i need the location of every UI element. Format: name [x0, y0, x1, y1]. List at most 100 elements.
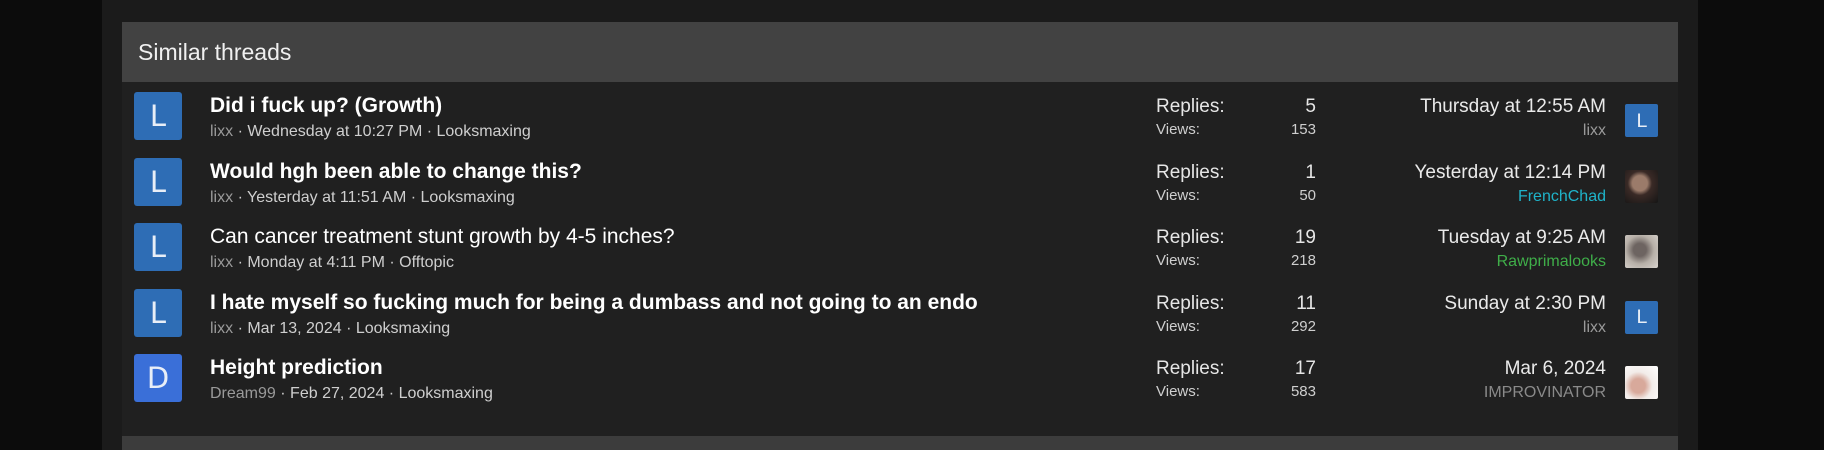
- thread-stats: Replies: 17 Views: 583: [1156, 356, 1316, 402]
- thread-author-link[interactable]: lixx: [210, 123, 233, 140]
- last-poster-avatar[interactable]: L: [1625, 300, 1658, 334]
- latest-poster-link[interactable]: lixx: [1444, 317, 1606, 339]
- replies-stat: Replies: 17: [1156, 356, 1316, 382]
- thread-title-link[interactable]: Can cancer treatment stunt growth by 4-5…: [210, 225, 675, 249]
- latest-post: Yesterday at 12:14 PM FrenchChad: [1414, 160, 1606, 208]
- thread-forum-link[interactable]: Looksmaxing: [421, 189, 515, 206]
- latest-post: Thursday at 12:55 AM lixx: [1420, 94, 1606, 142]
- replies-count: 1: [1305, 161, 1316, 183]
- thread-start-date[interactable]: Monday at 4:11 PM: [247, 254, 385, 271]
- latest-post-date-link[interactable]: Sunday at 2:30 PM: [1444, 291, 1606, 317]
- latest-post-date-link[interactable]: Mar 6, 2024: [1484, 356, 1606, 382]
- thread-author-link[interactable]: lixx: [210, 254, 233, 271]
- views-stat: Views: 50: [1156, 186, 1316, 206]
- meta-separator: ·: [280, 385, 291, 402]
- replies-stat: Replies: 11: [1156, 291, 1316, 317]
- thread-title-link[interactable]: Height prediction: [210, 356, 383, 380]
- views-stat: Views: 292: [1156, 317, 1316, 337]
- thread-forum-link[interactable]: Looksmaxing: [356, 320, 450, 337]
- meta-separator: ·: [346, 319, 356, 337]
- thread-row: L I hate myself so fucking much for bein…: [122, 281, 1678, 347]
- thread-start-date[interactable]: Wednesday at 10:27 PM: [247, 123, 422, 140]
- thread-meta: Dream99 · Feb 27, 2024 · Looksmaxing: [210, 385, 493, 403]
- replies-count: 5: [1305, 96, 1316, 117]
- thread-meta: lixx · Yesterday at 11:51 AM · Looksmaxi…: [210, 189, 515, 207]
- thread-row: L Would hgh been able to change this? li…: [122, 150, 1678, 216]
- author-avatar[interactable]: D: [134, 354, 182, 402]
- meta-separator: ·: [426, 123, 437, 140]
- latest-poster-link[interactable]: IMPROVINATOR: [1484, 382, 1606, 404]
- latest-post-date-link[interactable]: Tuesday at 9:25 AM: [1438, 225, 1606, 251]
- views-label: Views:: [1156, 317, 1200, 335]
- thread-title-link[interactable]: Did i fuck up? (Growth): [210, 94, 442, 118]
- views-stat: Views: 583: [1156, 382, 1316, 402]
- section-title: Similar threads: [138, 38, 292, 65]
- thread-author-link[interactable]: Dream99: [210, 385, 276, 402]
- latest-post: Mar 6, 2024 IMPROVINATOR: [1484, 356, 1606, 404]
- thread-meta: lixx · Wednesday at 10:27 PM · Looksmaxi…: [210, 123, 531, 141]
- views-label: Views:: [1156, 186, 1200, 204]
- replies-label: Replies:: [1156, 292, 1225, 314]
- similar-threads-block: Similar threads L Did i fuck up? (Growth…: [122, 22, 1678, 438]
- thread-start-date[interactable]: Yesterday at 11:51 AM: [247, 189, 406, 206]
- meta-separator: ·: [237, 254, 248, 271]
- replies-stat: Replies: 1: [1156, 160, 1316, 186]
- views-label: Views:: [1156, 121, 1200, 138]
- author-avatar[interactable]: L: [134, 157, 182, 206]
- thread-meta: lixx · Monday at 4:11 PM · Offtopic: [210, 254, 454, 272]
- thread-forum-link[interactable]: Looksmaxing: [437, 123, 531, 140]
- views-count: 292: [1290, 317, 1316, 335]
- latest-post-date-link[interactable]: Thursday at 12:55 AM: [1420, 94, 1606, 120]
- replies-stat: Replies: 19: [1156, 225, 1316, 251]
- thread-meta: lixx · Mar 13, 2024 · Looksmaxing: [210, 320, 450, 338]
- thread-author-link[interactable]: lixx: [210, 320, 233, 337]
- last-poster-avatar[interactable]: [1625, 235, 1658, 268]
- views-count: 153: [1290, 121, 1316, 138]
- latest-post: Sunday at 2:30 PM lixx: [1444, 291, 1606, 339]
- meta-separator: ·: [389, 254, 400, 271]
- views-label: Views:: [1156, 383, 1200, 400]
- thread-title-link[interactable]: I hate myself so fucking much for being …: [210, 291, 978, 315]
- thread-row: L Did i fuck up? (Growth) lixx · Wednesd…: [122, 84, 1678, 150]
- latest-poster-link[interactable]: lixx: [1420, 120, 1606, 142]
- meta-separator: ·: [410, 188, 421, 206]
- thread-stats: Replies: 5 Views: 153: [1156, 94, 1316, 140]
- thread-stats: Replies: 1 Views: 50: [1156, 160, 1316, 206]
- views-stat: Views: 218: [1156, 251, 1316, 271]
- thread-title-link[interactable]: Would hgh been able to change this?: [210, 160, 582, 184]
- thread-stats: Replies: 19 Views: 218: [1156, 225, 1316, 271]
- thread-forum-link[interactable]: Offtopic: [399, 254, 454, 271]
- section-header: Similar threads: [122, 22, 1678, 82]
- views-stat: Views: 153: [1156, 120, 1316, 140]
- thread-forum-link[interactable]: Looksmaxing: [399, 385, 493, 402]
- thread-list: L Did i fuck up? (Growth) lixx · Wednesd…: [122, 82, 1678, 438]
- last-poster-avatar[interactable]: [1625, 366, 1658, 399]
- latest-poster-link[interactable]: FrenchChad: [1414, 186, 1606, 208]
- replies-label: Replies:: [1156, 227, 1225, 248]
- replies-count: 19: [1294, 227, 1316, 248]
- author-avatar[interactable]: L: [134, 288, 182, 337]
- replies-label: Replies:: [1156, 358, 1225, 379]
- thread-start-date[interactable]: Mar 13, 2024: [247, 320, 341, 337]
- last-poster-avatar[interactable]: L: [1625, 104, 1658, 137]
- next-block-header: [122, 436, 1678, 450]
- thread-row: D Height prediction Dream99 · Feb 27, 20…: [122, 346, 1678, 412]
- replies-count: 11: [1296, 292, 1316, 314]
- views-count: 218: [1290, 252, 1316, 269]
- thread-author-link[interactable]: lixx: [210, 189, 233, 206]
- author-avatar[interactable]: L: [134, 223, 182, 271]
- thread-start-date[interactable]: Feb 27, 2024: [290, 385, 384, 402]
- latest-post-date-link[interactable]: Yesterday at 12:14 PM: [1414, 160, 1606, 186]
- views-label: Views:: [1156, 252, 1200, 269]
- meta-separator: ·: [237, 188, 248, 206]
- replies-stat: Replies: 5: [1156, 94, 1316, 120]
- views-count: 50: [1299, 186, 1316, 204]
- last-poster-avatar[interactable]: [1625, 169, 1658, 203]
- author-avatar[interactable]: L: [134, 92, 182, 140]
- thread-stats: Replies: 11 Views: 292: [1156, 291, 1316, 337]
- latest-post: Tuesday at 9:25 AM Rawprimalooks: [1438, 225, 1606, 273]
- replies-label: Replies:: [1156, 161, 1225, 183]
- views-count: 583: [1290, 383, 1316, 400]
- latest-poster-link[interactable]: Rawprimalooks: [1438, 251, 1606, 273]
- meta-separator: ·: [237, 123, 248, 140]
